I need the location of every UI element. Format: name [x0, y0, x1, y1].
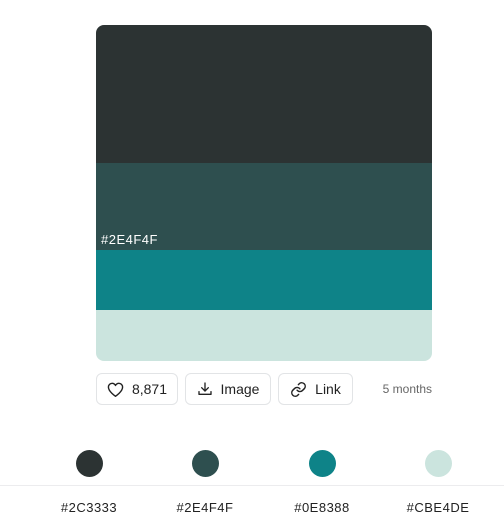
palette-age: 5 months [382, 382, 432, 396]
swatch-1[interactable]: #2C3333 [39, 445, 139, 525]
palette-actions: 8,871 Image Link 5 months [96, 373, 432, 407]
swatch-dot [308, 450, 336, 477]
swatch-dot [75, 450, 103, 477]
swatch-4[interactable]: #CBE4DE [388, 445, 488, 525]
download-icon [197, 381, 213, 397]
palette-page: #2E4F4F 8,871 Image Link 5 months #2C333… [0, 0, 504, 530]
color-band-1[interactable] [96, 25, 432, 163]
color-band-hex-label: #2E4F4F [101, 232, 158, 247]
like-count: 8,871 [131, 381, 168, 397]
copy-link-button[interactable]: Link [278, 373, 353, 405]
color-band-3[interactable] [96, 250, 432, 310]
heart-icon [107, 382, 124, 397]
download-image-button[interactable]: Image [185, 373, 271, 405]
swatch-hex[interactable]: #2C3333 [39, 500, 139, 515]
palette-card[interactable]: #2E4F4F [96, 25, 432, 361]
swatch-hex[interactable]: #CBE4DE [388, 500, 488, 515]
swatch-2[interactable]: #2E4F4F [155, 445, 255, 525]
swatch-hex[interactable]: #0E8388 [272, 500, 372, 515]
swatch-dot [191, 450, 219, 477]
swatch-row: #2C3333 #2E4F4F #0E8388 #CBE4DE [0, 445, 504, 530]
swatch-3[interactable]: #0E8388 [272, 445, 372, 525]
like-button[interactable]: 8,871 [96, 373, 178, 405]
link-icon [290, 381, 307, 398]
color-band-4[interactable] [96, 310, 432, 361]
swatch-dot [424, 450, 452, 477]
link-label: Link [315, 381, 341, 397]
image-label: Image [220, 381, 260, 397]
swatch-hex[interactable]: #2E4F4F [155, 500, 255, 515]
color-band-2[interactable]: #2E4F4F [96, 163, 432, 250]
